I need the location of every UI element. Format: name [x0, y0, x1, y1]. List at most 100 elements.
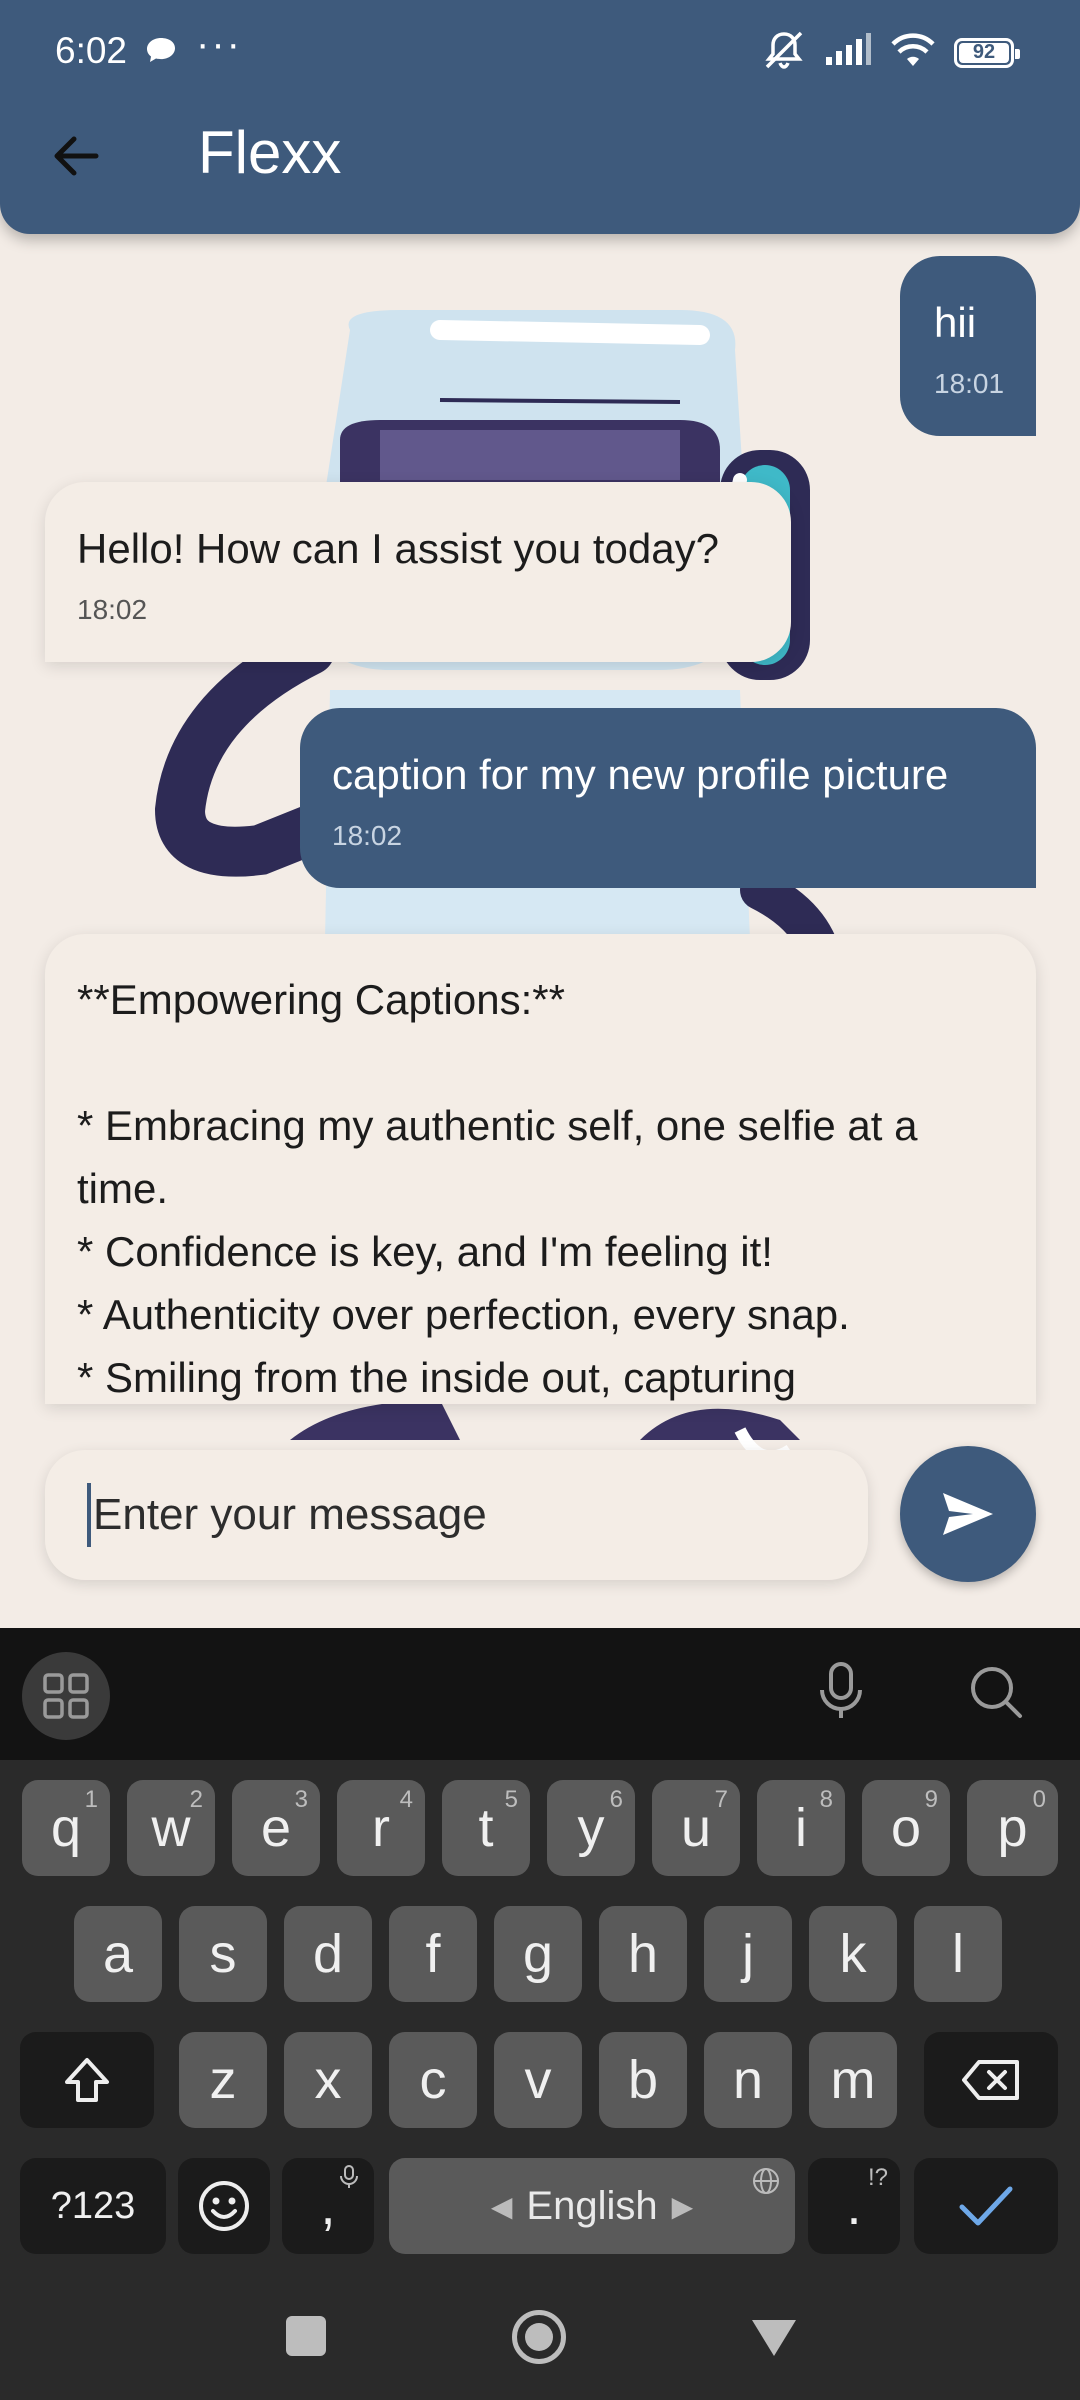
text-cursor	[87, 1483, 91, 1547]
signal-icon	[824, 33, 872, 72]
key-l[interactable]: l	[914, 1906, 1002, 2002]
send-icon	[943, 1493, 993, 1535]
status-bar: 6:02 ··· 92	[0, 0, 1080, 100]
send-button[interactable]	[900, 1446, 1036, 1582]
enter-key[interactable]	[914, 2158, 1058, 2254]
key-label: s	[209, 1924, 237, 1984]
key-hint: 9	[924, 1786, 938, 1813]
key-b[interactable]: b	[599, 2032, 687, 2128]
key-hint: 3	[294, 1786, 308, 1813]
symbols-key[interactable]: ?123	[20, 2158, 166, 2254]
key-label: y	[577, 1798, 605, 1858]
key-label: b	[627, 2050, 659, 2110]
key-i[interactable]: 8i	[757, 1780, 845, 1876]
message-user: caption for my new profile picture 18:02	[300, 708, 1036, 888]
key-j[interactable]: j	[704, 1906, 792, 2002]
backspace-icon	[962, 2060, 1019, 2100]
app-bar: 6:02 ··· 92 Flexx	[0, 0, 1080, 234]
message-time: 18:02	[77, 594, 148, 625]
key-label: f	[425, 1924, 441, 1984]
battery-icon: 92	[954, 37, 1020, 68]
key-label: a	[102, 1924, 134, 1984]
message-line: * Embracing my authentic self, one selfi…	[77, 1102, 918, 1149]
key-w[interactable]: 2w	[127, 1780, 215, 1876]
message-bot: **Empowering Captions:** * Embracing my …	[45, 934, 1036, 1404]
key-e[interactable]: 3e	[232, 1780, 320, 1876]
key-x[interactable]: x	[284, 2032, 372, 2128]
key-q[interactable]: 1q	[22, 1780, 110, 1876]
key-label: k	[839, 1924, 867, 1984]
backspace-key[interactable]	[924, 2032, 1058, 2128]
more-notifications-icon: ···	[196, 22, 242, 66]
period-key[interactable]: !? .	[808, 2158, 900, 2254]
key-hint: 1	[84, 1786, 98, 1813]
key-t[interactable]: 5t	[442, 1780, 530, 1876]
keyboard-search-button[interactable]	[966, 1662, 1026, 1727]
key-label: v	[524, 2050, 552, 2110]
message-line: **Empowering Captions:**	[77, 976, 565, 1023]
back-nav-button[interactable]	[750, 2318, 798, 2363]
page-title: Flexx	[198, 119, 342, 186]
keyboard-toolbar	[0, 1628, 1080, 1760]
status-time: 6:02	[55, 30, 128, 71]
shift-icon	[65, 2058, 109, 2102]
home-icon	[525, 2323, 553, 2351]
space-key[interactable]: ◀ English ▶	[389, 2158, 795, 2254]
key-label: h	[627, 1924, 659, 1984]
key-v[interactable]: v	[494, 2032, 582, 2128]
key-label: e	[260, 1798, 292, 1858]
key-n[interactable]: n	[704, 2032, 792, 2128]
back-button[interactable]	[40, 120, 112, 192]
key-label: p	[997, 1798, 1028, 1858]
key-label: .	[846, 2176, 862, 2236]
key-label: d	[312, 1924, 344, 1984]
key-label: g	[522, 1924, 554, 1984]
key-k[interactable]: k	[809, 1906, 897, 2002]
key-hint: 7	[714, 1786, 728, 1813]
emoji-icon	[199, 2181, 249, 2231]
system-navigation-bar	[0, 2272, 1080, 2400]
key-y[interactable]: 6y	[547, 1780, 635, 1876]
key-h[interactable]: h	[599, 1906, 687, 2002]
message-time: 18:01	[934, 368, 1005, 399]
key-g[interactable]: g	[494, 1906, 582, 2002]
key-z[interactable]: z	[179, 2032, 267, 2128]
key-label: c	[419, 2050, 447, 2110]
emoji-key[interactable]	[178, 2158, 270, 2254]
message-user: hii 18:01	[900, 256, 1036, 436]
search-icon	[971, 1667, 1022, 1718]
key-hint: 5	[504, 1786, 518, 1813]
key-m[interactable]: m	[809, 2032, 897, 2128]
key-r[interactable]: 4r	[337, 1780, 425, 1876]
message-text: caption for my new profile picture	[332, 751, 949, 798]
key-c[interactable]: c	[389, 2032, 477, 2128]
message-line: * Smiling from the inside out, capturing	[77, 1354, 797, 1401]
key-label: u	[680, 1798, 712, 1858]
key-label: m	[830, 2050, 876, 2110]
grid-icon	[43, 1673, 89, 1719]
key-o[interactable]: 9o	[862, 1780, 950, 1876]
key-label: n	[732, 2050, 764, 2110]
key-u[interactable]: 7u	[652, 1780, 740, 1876]
key-s[interactable]: s	[179, 1906, 267, 2002]
key-d[interactable]: d	[284, 1906, 372, 2002]
comma-key[interactable]: ,	[282, 2158, 374, 2254]
recents-button[interactable]	[286, 2316, 326, 2356]
key-label: q	[50, 1798, 82, 1858]
chevron-left-icon: ◀	[490, 2190, 513, 2222]
key-label: ?123	[50, 2184, 136, 2227]
voice-input-button[interactable]	[808, 1658, 874, 1729]
chat-notification-icon	[146, 36, 176, 69]
key-a[interactable]: a	[74, 1906, 162, 2002]
shift-key[interactable]	[20, 2032, 154, 2128]
key-p[interactable]: 0p	[967, 1780, 1058, 1876]
key-f[interactable]: f	[389, 1906, 477, 2002]
home-button[interactable]	[512, 2310, 566, 2364]
mute-icon	[762, 30, 806, 75]
message-input[interactable]	[93, 1490, 833, 1540]
message-input-container[interactable]	[45, 1450, 868, 1580]
key-label: z	[209, 2050, 237, 2110]
microphone-icon	[820, 1662, 862, 1718]
key-label: l	[952, 1924, 964, 1984]
keyboard-menu-button[interactable]	[22, 1652, 110, 1740]
